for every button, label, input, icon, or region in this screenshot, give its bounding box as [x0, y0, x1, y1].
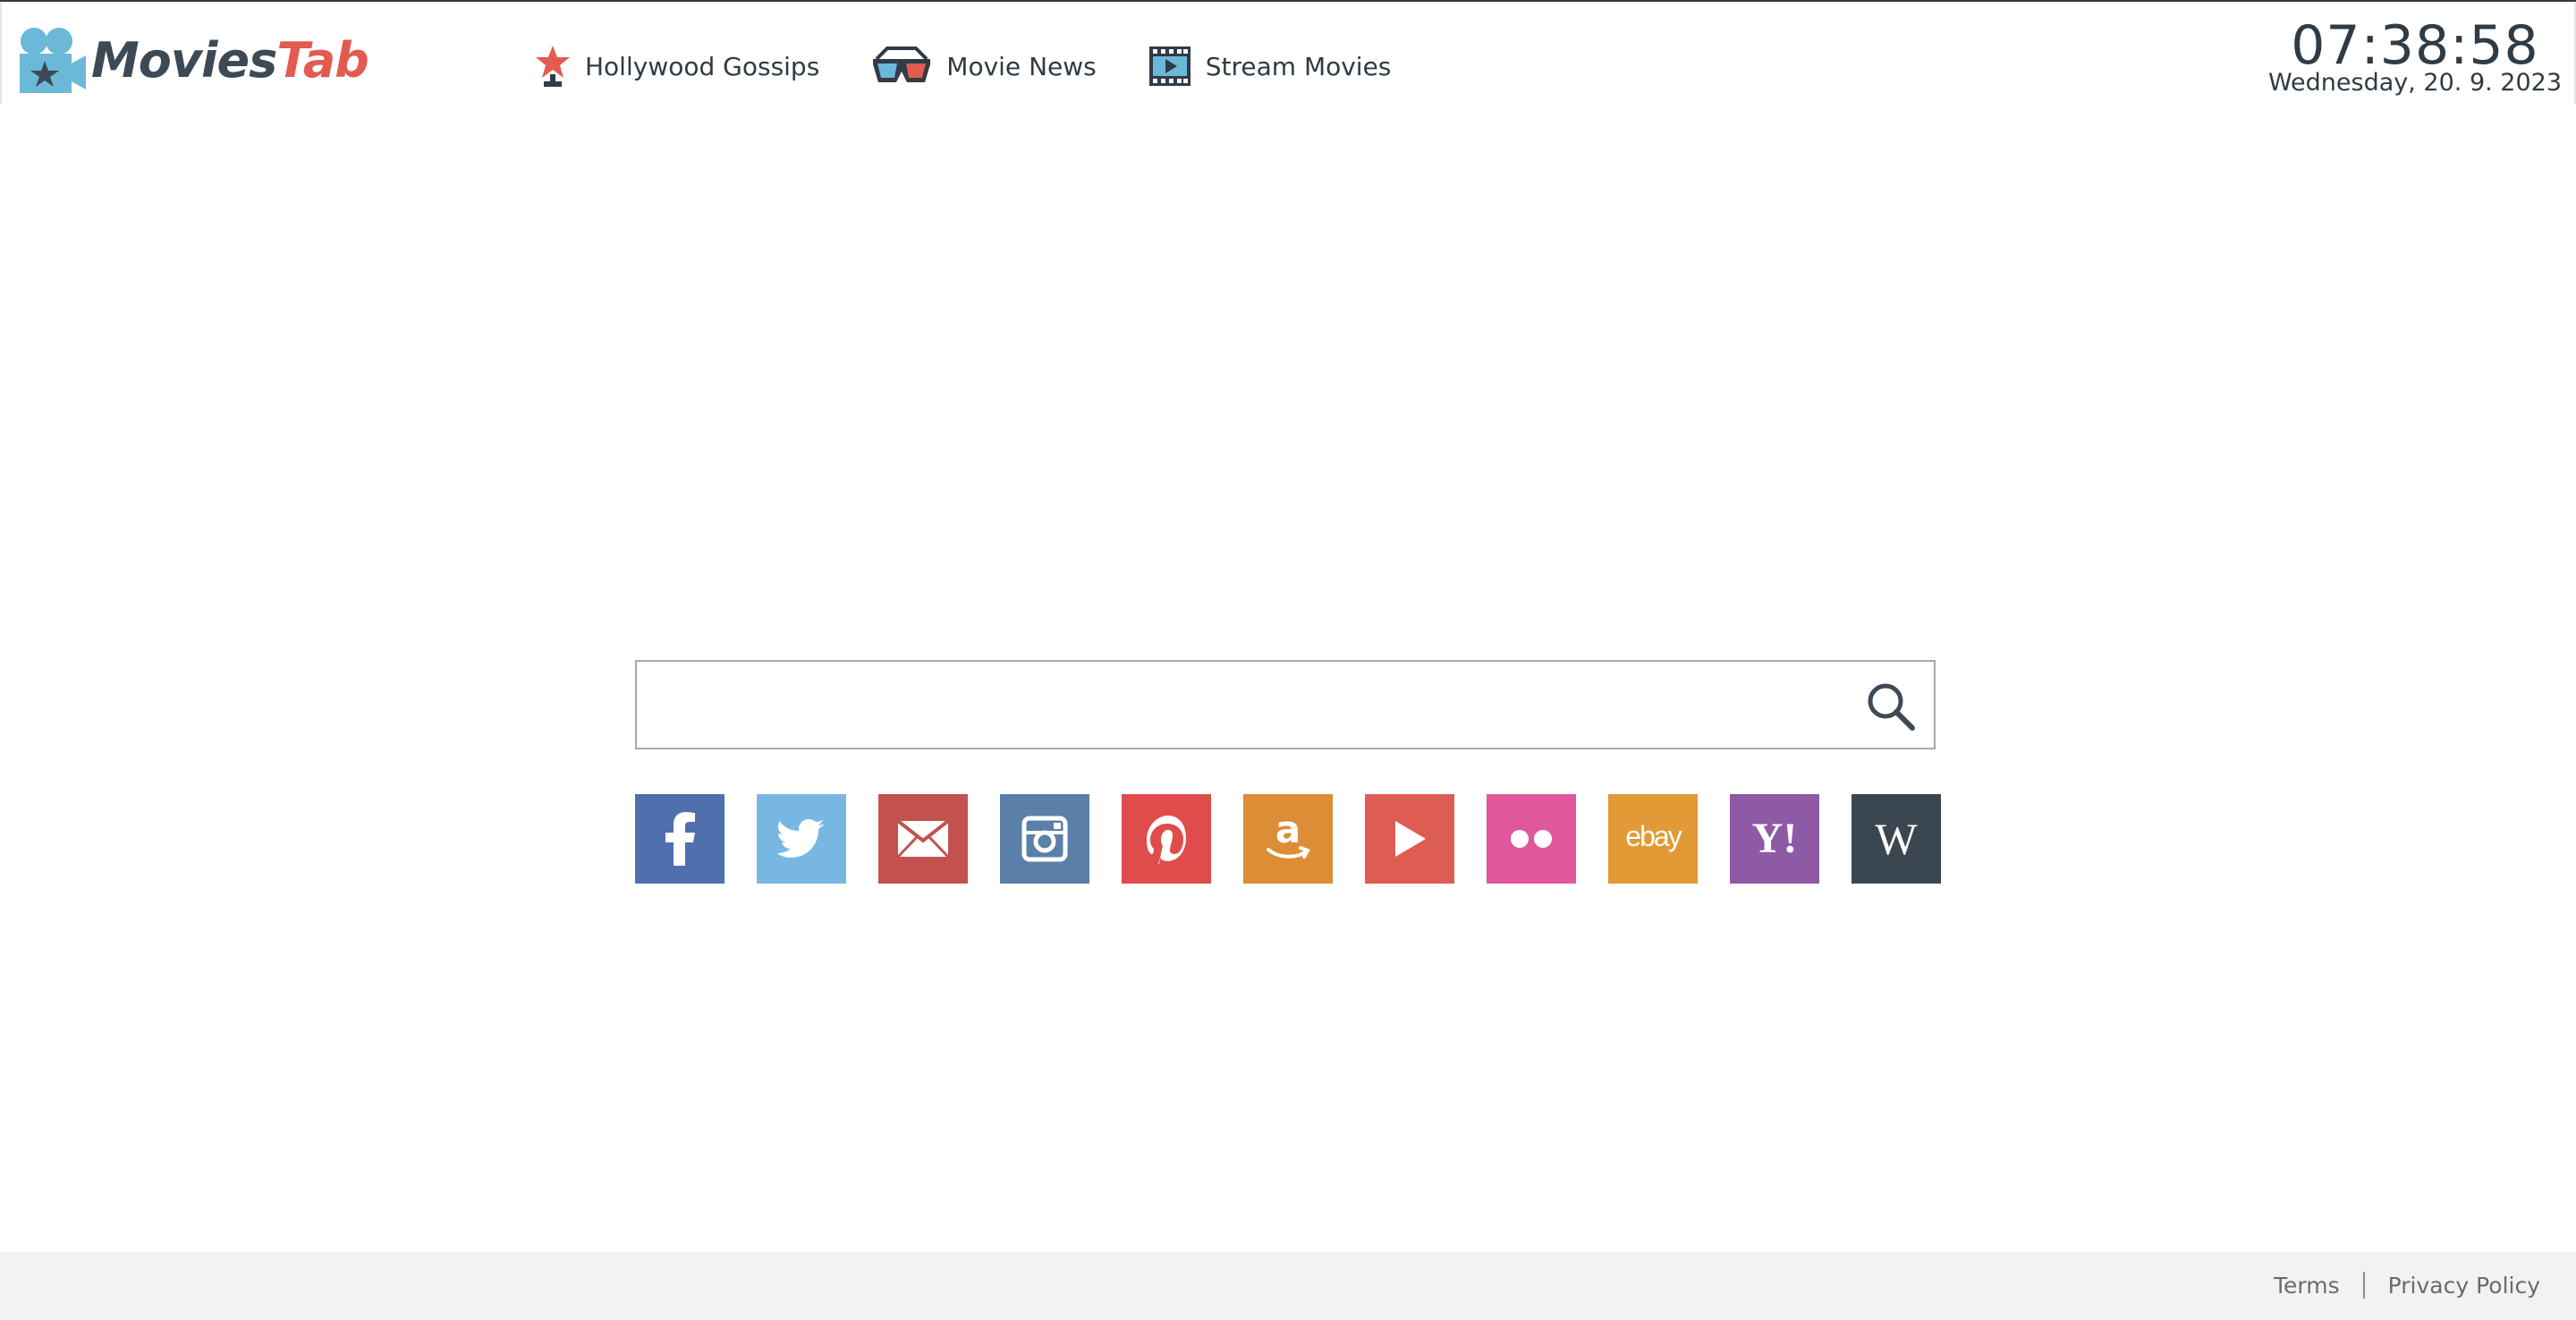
quick-link-ebay[interactable]: ebay	[1608, 794, 1698, 884]
twitter-icon	[778, 819, 825, 858]
quick-link-yahoo[interactable]: Y!	[1730, 794, 1819, 884]
top-nav: Hollywood Gossips Movie News Stream Movi…	[535, 39, 1443, 93]
film-camera-icon	[20, 28, 86, 93]
ebay-icon: ebay	[1625, 821, 1683, 852]
quick-link-twitter[interactable]	[757, 794, 846, 884]
yahoo-icon: Y!	[1752, 817, 1798, 861]
facebook-icon	[665, 812, 695, 866]
nav-label: Movie News	[946, 51, 1097, 81]
quick-link-flickr[interactable]	[1487, 794, 1576, 884]
svg-text:a: a	[1275, 812, 1301, 851]
footer-links: Terms Privacy Policy	[2274, 1272, 2540, 1299]
header: MoviesTab Hollywood Gossips Movie News S…	[0, 2, 2576, 104]
quick-link-pinterest[interactable]	[1122, 794, 1211, 884]
flickr-icon	[1511, 830, 1552, 848]
3d-glasses-icon	[873, 47, 931, 82]
nav-item-hollywood-gossips[interactable]: Hollywood Gossips	[535, 44, 819, 89]
search-input[interactable]	[637, 662, 1853, 748]
star-award-icon	[536, 46, 570, 87]
logo[interactable]: MoviesTab	[18, 27, 369, 95]
quick-links: a ebay Y! W	[635, 794, 1941, 884]
quick-link-wikipedia[interactable]: W	[1852, 794, 1941, 884]
pinterest-icon	[1147, 816, 1186, 864]
nav-item-movie-news[interactable]: Movie News	[871, 47, 1097, 86]
instagram-icon	[1021, 816, 1068, 862]
mail-icon	[898, 821, 948, 857]
wikipedia-icon: W	[1875, 817, 1918, 861]
clock-time: 07:38:58	[2291, 14, 2539, 77]
nav-label: Hollywood Gossips	[585, 51, 820, 81]
quick-link-youtube[interactable]	[1365, 794, 1454, 884]
footer-divider	[2362, 1272, 2365, 1299]
search-icon	[1868, 683, 1915, 731]
wikipedia-glyph: W	[1875, 817, 1918, 861]
logo-text-tab: Tab	[276, 32, 369, 89]
amazon-icon: a	[1267, 812, 1310, 859]
privacy-policy-link[interactable]: Privacy Policy	[2388, 1273, 2540, 1299]
quick-link-email[interactable]	[878, 794, 968, 884]
clock-widget: 07:38:58 Wednesday, 20. 9. 2023	[2268, 16, 2562, 97]
quick-link-facebook[interactable]	[635, 794, 724, 884]
search-box	[635, 660, 1936, 749]
nav-item-stream-movies[interactable]: Stream Movies	[1148, 45, 1392, 88]
yahoo-glyph: Y!	[1752, 817, 1798, 861]
logo-text: MoviesTab	[91, 37, 369, 85]
ebay-glyph: ebay	[1625, 821, 1682, 852]
logo-text-movies: Movies	[91, 32, 277, 89]
clock-date: Wednesday, 20. 9. 2023	[2267, 69, 2562, 97]
footer: Terms Privacy Policy	[0, 1252, 2576, 1320]
search-button[interactable]	[1864, 680, 1918, 733]
nav-label: Stream Movies	[1205, 51, 1392, 81]
quick-link-amazon[interactable]: a	[1243, 794, 1333, 884]
play-icon	[1395, 821, 1426, 857]
film-strip-play-icon	[1148, 47, 1191, 86]
quick-link-instagram[interactable]	[1000, 794, 1089, 884]
terms-link[interactable]: Terms	[2274, 1273, 2340, 1299]
